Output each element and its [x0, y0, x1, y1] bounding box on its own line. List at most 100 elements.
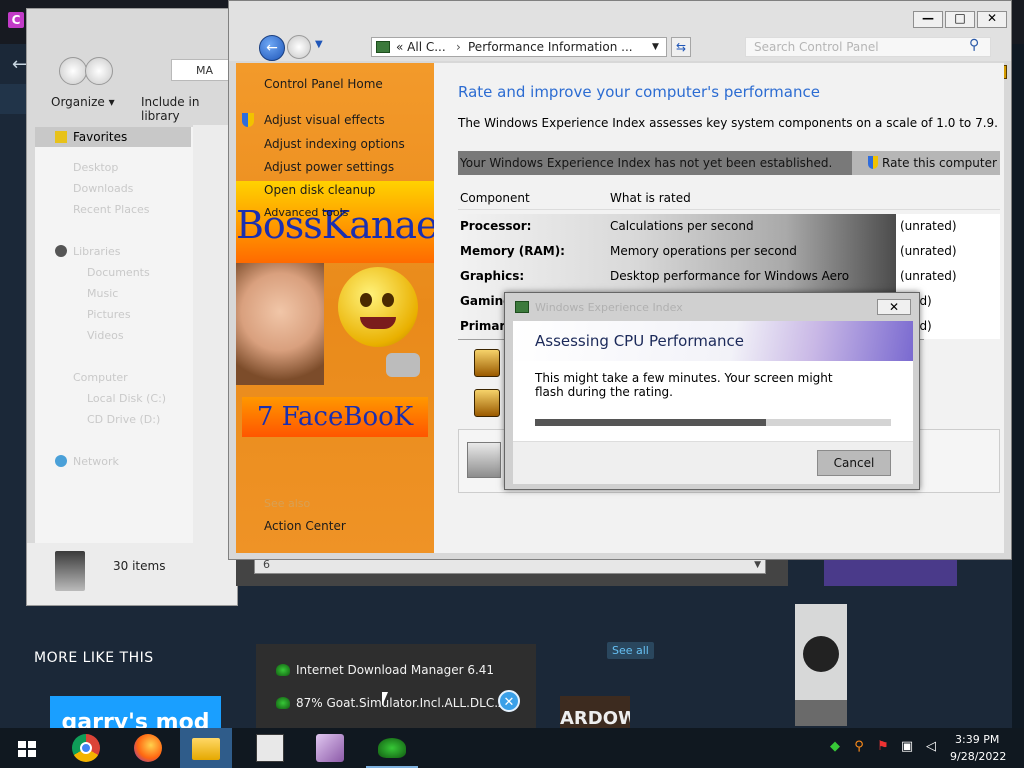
taskbar-chrome[interactable]	[60, 728, 112, 768]
wallpaper-photo	[236, 263, 324, 385]
download-progress-text[interactable]: 87% Goat.Simulator.Incl.ALL.DLC.zip	[296, 696, 515, 710]
dialog-footer: Cancel	[513, 441, 913, 484]
search-icon[interactable]: ⚲	[969, 37, 979, 53]
back-arrow-icon[interactable]: ←	[12, 54, 27, 75]
wallpaper-facebook-text: 7 FaceBooK	[242, 397, 428, 437]
explorer-forward-button[interactable]	[85, 57, 113, 85]
nav-desktop[interactable]: Desktop	[73, 161, 118, 174]
control-panel-icon	[515, 301, 529, 313]
taskbar: ◆ ⚲ ⚑ ▣ ◁ 3:39 PM 9/28/2022	[0, 728, 1024, 768]
dialog-close-button[interactable]: ✕	[877, 299, 911, 315]
page-title: Rate and improve your computer's perform…	[458, 83, 820, 101]
nav-videos[interactable]: Videos	[87, 329, 124, 342]
what-is-rated: Calculations per second	[610, 219, 754, 233]
nav-local-disk[interactable]: Local Disk (C:)	[87, 392, 166, 405]
breadcrumb-performance-information[interactable]: Performance Information ...	[468, 38, 633, 56]
nav-computer[interactable]: Computer	[73, 371, 128, 384]
advanced-tools-link[interactable]: Advanced tools	[264, 206, 348, 219]
refresh-button[interactable]: ⇆	[671, 37, 691, 57]
app-icon	[316, 734, 344, 762]
promo-banner[interactable]	[824, 560, 957, 586]
page-description: The Windows Experience Index assesses ke…	[458, 116, 998, 130]
nav-libraries[interactable]: Libraries	[73, 245, 121, 258]
clock-date[interactable]: 9/28/2022	[950, 750, 1006, 763]
forward-button[interactable]	[287, 35, 311, 59]
nav-downloads[interactable]: Downloads	[73, 182, 133, 195]
what-is-rated: Desktop performance for Windows Aero	[610, 269, 850, 283]
component-name: Graphics:	[460, 269, 525, 283]
control-panel-icon	[376, 41, 390, 53]
idm-icon	[276, 664, 290, 676]
minimize-button[interactable]: —	[913, 11, 943, 28]
close-button[interactable]: ✕	[977, 11, 1007, 28]
library-icon	[55, 245, 67, 257]
chart-icon	[256, 734, 284, 762]
idm-icon	[378, 738, 406, 758]
rate-this-computer-button[interactable]: Rate this computer	[852, 151, 1000, 175]
taskbar-app[interactable]	[304, 728, 356, 768]
mouse-cursor-icon	[382, 692, 388, 706]
explorer-status-bar: 30 items	[27, 543, 237, 605]
progress-bar	[535, 419, 891, 426]
game-tile-garrys-mod[interactable]: garry's mod	[50, 696, 221, 728]
assessment-dialog[interactable]: Windows Experience Index ✕ Assessing CPU…	[504, 292, 920, 490]
include-in-library-menu[interactable]: Include in library	[141, 95, 237, 123]
address-bar[interactable]: « All C... › Performance Information ...…	[371, 37, 667, 57]
taskbar-firefox[interactable]	[122, 728, 174, 768]
close-icon[interactable]: ✕	[498, 690, 520, 712]
table-row: Memory (RAM): Memory operations per seco…	[458, 239, 1000, 264]
what-is-rated: Memory operations per second	[610, 244, 797, 258]
subscore: (unrated)	[900, 219, 957, 233]
organize-menu[interactable]: Organize ▾	[51, 95, 115, 109]
security-alert-icon[interactable]: ⚑	[876, 740, 890, 754]
taskbar-performance-monitor[interactable]	[244, 728, 296, 768]
nav-cd-drive[interactable]: CD Drive (D:)	[87, 413, 160, 426]
nav-network[interactable]: Network	[73, 455, 119, 468]
dialog-title: Windows Experience Index	[535, 301, 683, 314]
adjust-power-settings-link[interactable]: Adjust power settings	[264, 160, 394, 174]
scrollbar[interactable]	[1012, 44, 1024, 728]
chevron-down-icon[interactable]: ▼	[652, 38, 659, 56]
network-icon[interactable]: ▣	[900, 740, 914, 754]
network-icon	[55, 455, 67, 467]
adjust-indexing-options-link[interactable]: Adjust indexing options	[264, 137, 405, 151]
nav-documents[interactable]: Documents	[87, 266, 150, 279]
search-input[interactable]: Search Control Panel	[745, 37, 991, 57]
idm-tray-icon[interactable]: ◆	[828, 740, 842, 754]
organize-label: Organize	[51, 95, 105, 109]
game-tile-2[interactable]: ARDOWN	[560, 696, 630, 728]
recent-pages-dropdown[interactable]: ▼	[315, 39, 323, 50]
nav-music[interactable]: Music	[87, 287, 118, 300]
taskbar-idm[interactable]	[366, 728, 418, 768]
start-button[interactable]	[0, 728, 52, 768]
see-all-button[interactable]: See all	[607, 642, 654, 659]
explorer-back-button[interactable]	[59, 57, 87, 85]
idm-icon	[276, 697, 290, 709]
component-name: Memory (RAM):	[460, 244, 565, 258]
maximize-button[interactable]: □	[945, 11, 975, 28]
cancel-button[interactable]: Cancel	[817, 450, 891, 476]
volume-icon[interactable]: ◁	[924, 740, 938, 754]
open-disk-cleanup-link[interactable]: Open disk cleanup	[264, 183, 375, 197]
nav-pictures[interactable]: Pictures	[87, 308, 131, 321]
search-tray-icon[interactable]: ⚲	[852, 740, 866, 754]
control-panel-home-link[interactable]: Control Panel Home	[264, 77, 383, 91]
help-book-icon[interactable]	[474, 349, 500, 377]
explorer-window[interactable]: MA Organize ▾ Include in library Favorit…	[26, 8, 238, 606]
steam-award-image	[795, 604, 847, 726]
nav-recent-places[interactable]: Recent Places	[73, 203, 150, 216]
folder-thumbnail-icon	[55, 551, 85, 591]
action-center-link[interactable]: Action Center	[264, 519, 346, 533]
back-button[interactable]: ←	[259, 35, 285, 61]
adjust-visual-effects-link[interactable]: Adjust visual effects	[264, 113, 385, 127]
navigation-pane: Favorites Desktop Downloads Recent Place…	[35, 127, 193, 547]
clock-time[interactable]: 3:39 PM	[955, 733, 999, 746]
favorites-label: Favorites	[73, 130, 128, 144]
progress-bar-fill	[535, 419, 767, 426]
help-book-icon[interactable]	[474, 389, 500, 417]
idm-download-popup[interactable]: Internet Download Manager 6.41 87% Goat.…	[256, 644, 536, 728]
breadcrumb-all-control-panel[interactable]: « All C...	[396, 38, 446, 56]
taskbar-file-explorer[interactable]	[180, 728, 232, 768]
rate-button-label: Rate this computer	[882, 156, 997, 170]
table-row: Graphics: Desktop performance for Window…	[458, 264, 1000, 289]
